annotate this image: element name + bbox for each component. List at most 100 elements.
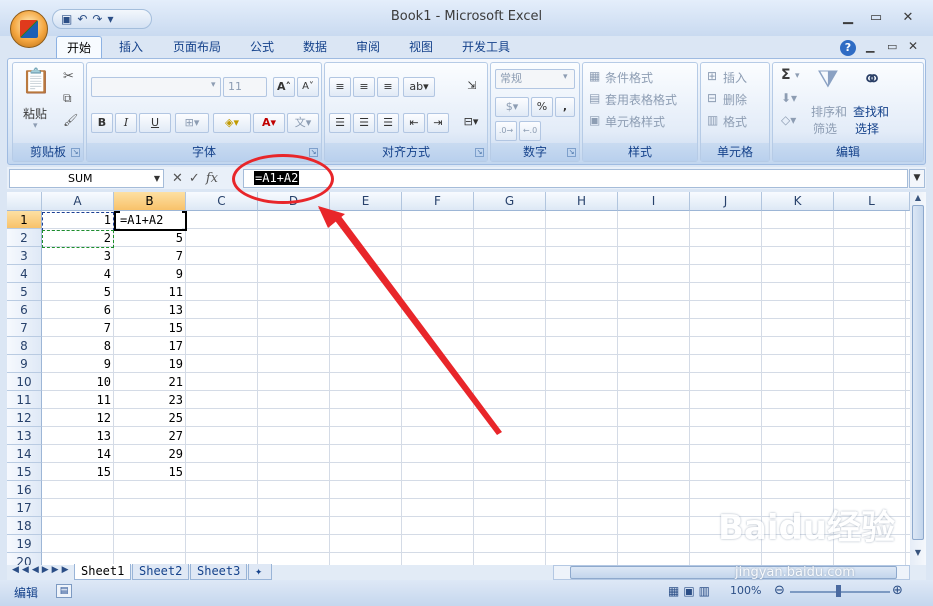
enter-icon[interactable]: ✓ xyxy=(189,171,200,186)
row-header-4[interactable]: 4 xyxy=(7,265,42,283)
expand-formula-bar-icon[interactable]: ▼ xyxy=(909,169,925,188)
tab-developer[interactable]: 开发工具 xyxy=(453,36,519,59)
insert-cells-button[interactable]: 插入 xyxy=(723,69,747,86)
decrease-indent-icon[interactable]: ⇤ xyxy=(403,113,425,133)
align-right-icon[interactable]: ☰ xyxy=(377,113,399,133)
find-select-line1[interactable]: 查找和 xyxy=(853,103,889,120)
col-header-a[interactable]: A xyxy=(42,192,114,211)
row-header-20[interactable]: 20 xyxy=(7,553,42,565)
cell-a6[interactable]: 6 xyxy=(42,301,114,319)
paste-icon[interactable]: 📋 xyxy=(21,67,51,95)
find-select-line2[interactable]: 选择 xyxy=(855,120,879,137)
cell-b5[interactable]: 11 xyxy=(114,283,186,301)
format-painter-icon[interactable]: 🖌 xyxy=(63,113,78,127)
cell-b3[interactable]: 7 xyxy=(114,247,186,265)
row-header-2[interactable]: 2 xyxy=(7,229,42,247)
number-format-dropdown-icon[interactable]: ▾ xyxy=(563,72,568,82)
scroll-up-icon[interactable]: ▲ xyxy=(912,193,924,204)
cell-b7[interactable]: 15 xyxy=(114,319,186,337)
col-header-i[interactable]: I xyxy=(618,192,690,211)
row-header-1[interactable]: 1 xyxy=(7,211,42,229)
cell-a13[interactable]: 13 xyxy=(42,427,114,445)
row-header-19[interactable]: 19 xyxy=(7,535,42,553)
cell-a10[interactable]: 10 xyxy=(42,373,114,391)
decrease-font-icon[interactable]: A˅ xyxy=(297,77,319,97)
row-header-5[interactable]: 5 xyxy=(7,283,42,301)
font-size-select[interactable]: 11 xyxy=(223,77,267,97)
tab-page-layout[interactable]: 页面布局 xyxy=(165,36,229,59)
format-as-table-button[interactable]: 套用表格格式 xyxy=(605,91,677,108)
select-all-corner[interactable] xyxy=(7,192,42,211)
align-top-icon[interactable]: ≡ xyxy=(329,77,351,97)
sheet-nav-icons[interactable]: ◀◀◀▶▶▶ xyxy=(12,565,72,575)
row-header-17[interactable]: 17 xyxy=(7,499,42,517)
tab-data[interactable]: 数据 xyxy=(294,36,336,59)
cell-b10[interactable]: 21 xyxy=(114,373,186,391)
cell-a12[interactable]: 12 xyxy=(42,409,114,427)
help-icon[interactable]: ? xyxy=(840,40,856,56)
cell-styles-button[interactable]: 单元格样式 xyxy=(605,113,665,130)
cell-b14[interactable]: 29 xyxy=(114,445,186,463)
delete-cells-icon[interactable]: ⊟ xyxy=(707,91,717,105)
cell-b6[interactable]: 13 xyxy=(114,301,186,319)
increase-decimal-icon[interactable]: .0→ xyxy=(495,121,517,141)
sheet-tab-3[interactable]: Sheet3 xyxy=(190,564,248,580)
align-center-icon[interactable]: ☰ xyxy=(353,113,375,133)
table-format-icon[interactable]: ▤ xyxy=(589,91,600,105)
font-color-icon[interactable]: A▾ xyxy=(253,113,285,133)
workbook-close-icon[interactable]: ✕ xyxy=(908,39,918,53)
row-header-18[interactable]: 18 xyxy=(7,517,42,535)
vertical-scroll-thumb[interactable] xyxy=(912,205,924,540)
format-cells-icon[interactable]: ▥ xyxy=(707,113,718,127)
merge-center-icon[interactable]: ⊟▾ xyxy=(457,113,485,133)
tab-view[interactable]: 视图 xyxy=(400,36,442,59)
bold-button[interactable]: B xyxy=(91,113,113,133)
row-header-13[interactable]: 13 xyxy=(7,427,42,445)
col-header-f[interactable]: F xyxy=(402,192,474,211)
insert-cells-icon[interactable]: ⊞ xyxy=(707,69,717,83)
row-header-7[interactable]: 7 xyxy=(7,319,42,337)
name-box-dropdown-icon[interactable]: ▼ xyxy=(151,169,163,188)
borders-icon[interactable]: ⊞▾ xyxy=(175,113,209,133)
formula-input[interactable]: =A1+A2 xyxy=(243,169,908,188)
cell-a9[interactable]: 9 xyxy=(42,355,114,373)
cell-b13[interactable]: 27 xyxy=(114,427,186,445)
cell-b11[interactable]: 23 xyxy=(114,391,186,409)
row-header-14[interactable]: 14 xyxy=(7,445,42,463)
minimize-button[interactable]: ▁ xyxy=(834,8,862,28)
sort-filter-line2[interactable]: 筛选 xyxy=(813,120,837,137)
cell-a7[interactable]: 7 xyxy=(42,319,114,337)
row-header-6[interactable]: 6 xyxy=(7,301,42,319)
sheet-tab-1[interactable]: Sheet1 xyxy=(74,564,132,580)
align-bottom-icon[interactable]: ≡ xyxy=(377,77,399,97)
copy-icon[interactable]: ⧉ xyxy=(63,91,72,106)
paste-dropdown-icon[interactable]: ▾ xyxy=(33,121,38,131)
close-button[interactable]: ✕ xyxy=(894,8,922,28)
zoom-slider-thumb[interactable] xyxy=(836,585,841,597)
clear-icon[interactable]: ◇▾ xyxy=(781,113,796,127)
row-header-3[interactable]: 3 xyxy=(7,247,42,265)
font-name-select[interactable] xyxy=(91,77,221,97)
format-cells-button[interactable]: 格式 xyxy=(723,113,747,130)
conditional-format-icon[interactable]: ▦ xyxy=(589,69,600,83)
orientation-icon[interactable]: ab▾ xyxy=(403,77,435,97)
maximize-button[interactable]: ▭ xyxy=(862,8,890,28)
sheet-tab-2[interactable]: Sheet2 xyxy=(132,564,190,580)
currency-icon[interactable]: $▾ xyxy=(495,97,529,117)
col-header-k[interactable]: K xyxy=(762,192,834,211)
cell-a4[interactable]: 4 xyxy=(42,265,114,283)
underline-button[interactable]: U xyxy=(139,113,171,133)
view-buttons-icon[interactable]: ▦▣▥ xyxy=(668,584,714,598)
conditional-format-button[interactable]: 条件格式 xyxy=(605,69,653,86)
row-header-8[interactable]: 8 xyxy=(7,337,42,355)
font-name-dropdown-icon[interactable]: ▾ xyxy=(211,80,216,90)
delete-cells-button[interactable]: 删除 xyxy=(723,91,747,108)
cell-b2[interactable]: 5 xyxy=(114,229,186,247)
row-header-9[interactable]: 9 xyxy=(7,355,42,373)
dialog-launcher-icon[interactable]: ↘ xyxy=(309,148,318,157)
tab-review[interactable]: 审阅 xyxy=(347,36,389,59)
cell-b1-editing[interactable]: =A1+A2 xyxy=(120,211,182,229)
align-middle-icon[interactable]: ≡ xyxy=(353,77,375,97)
cancel-icon[interactable]: ✕ xyxy=(172,171,183,186)
cell-b4[interactable]: 9 xyxy=(114,265,186,283)
